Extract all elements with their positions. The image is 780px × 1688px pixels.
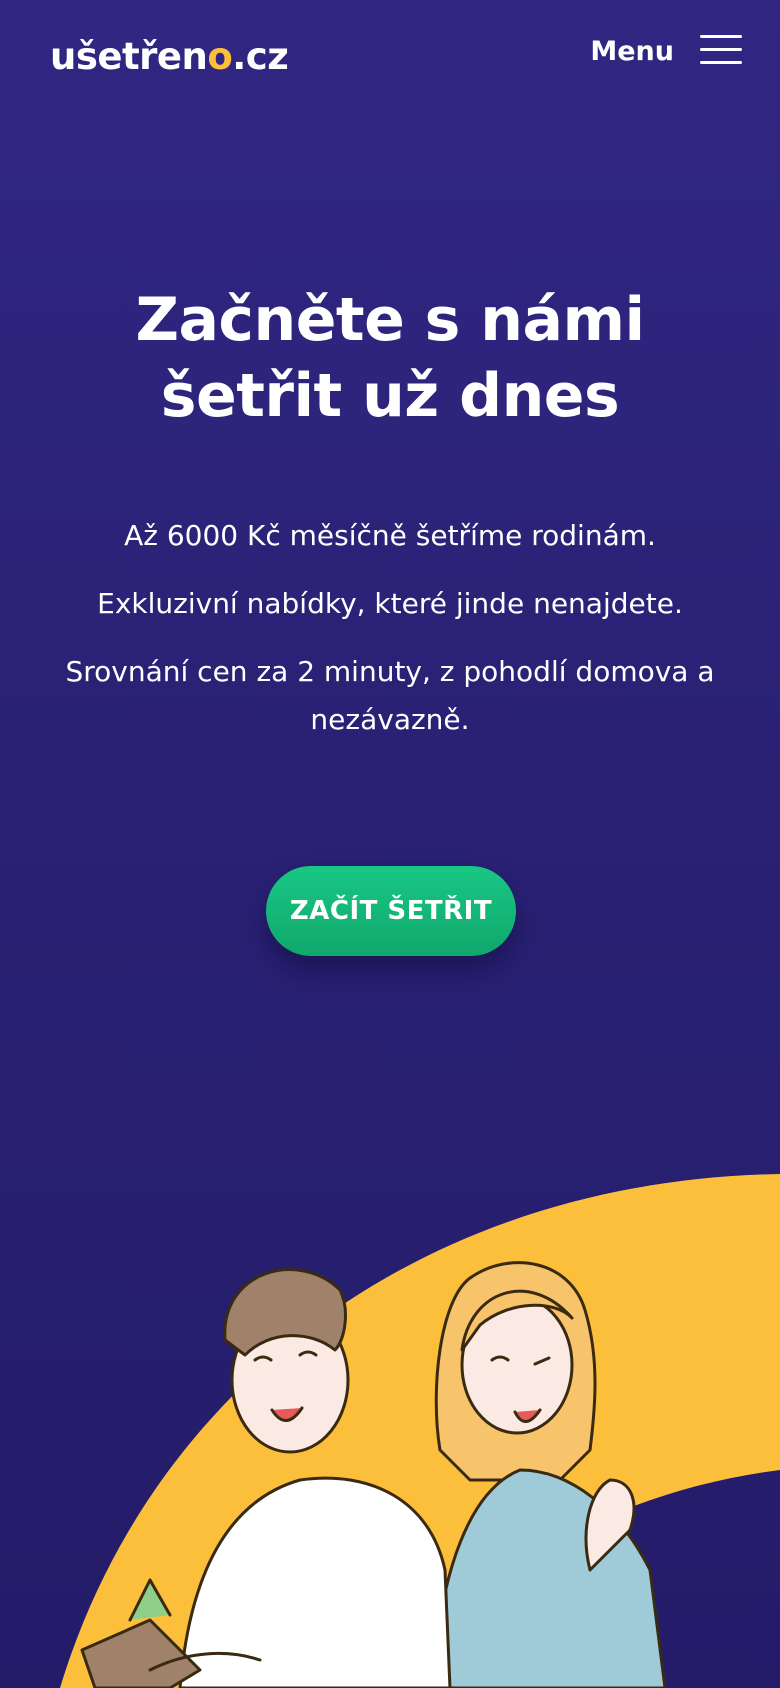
hero-benefits: Až 6000 Kč měsíčně šetříme rodinám. Exkl… bbox=[30, 512, 750, 764]
hamburger-menu-icon[interactable] bbox=[700, 35, 742, 67]
hero-illustration bbox=[60, 1174, 780, 1688]
site-header: ušetřeno.cz Menu bbox=[0, 0, 780, 130]
hero-title: Začněte s námi šetřit už dnes bbox=[135, 285, 645, 431]
site-logo[interactable]: ušetřeno.cz bbox=[50, 35, 289, 78]
hero-benefit-line: Až 6000 Kč měsíčně šetříme rodinám. bbox=[124, 519, 656, 552]
logo-text-suffix: .cz bbox=[232, 35, 289, 78]
hero-benefit-line: Exkluzivní nabídky, které jinde nenajdet… bbox=[97, 587, 683, 620]
start-saving-button[interactable]: ZAČÍT ŠETŘIT bbox=[266, 866, 516, 956]
hero-benefit-line: Srovnání cen za 2 minuty, z pohodlí domo… bbox=[65, 655, 715, 736]
menu-label[interactable]: Menu bbox=[590, 36, 674, 67]
logo-text-main: ušetřen bbox=[50, 35, 208, 78]
logo-text-accent: o bbox=[207, 35, 233, 78]
